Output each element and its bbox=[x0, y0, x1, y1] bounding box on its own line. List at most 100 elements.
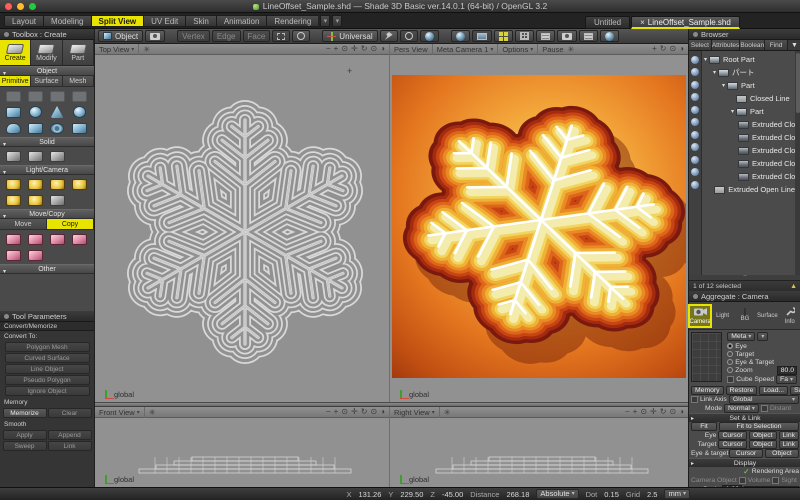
spotlight-tool-button[interactable] bbox=[24, 176, 46, 192]
convert-ignore-object-button[interactable]: Ignore Object bbox=[5, 386, 90, 396]
translate-tool-button[interactable] bbox=[2, 231, 24, 247]
expand-icon[interactable]: ▾ bbox=[729, 108, 736, 115]
visibility-toggle[interactable] bbox=[691, 143, 699, 151]
torus-tool-button[interactable] bbox=[46, 120, 68, 136]
browser-tab-boolean[interactable]: Boolean bbox=[740, 40, 765, 50]
shading-icon[interactable]: ◑ bbox=[679, 44, 684, 54]
zoom-lens-icon[interactable]: ⊙ bbox=[341, 44, 348, 54]
options-dropdown[interactable]: Options▾ bbox=[502, 44, 538, 55]
view-type-dropdown[interactable]: Front View▾ bbox=[99, 407, 145, 418]
cube-speed-checkbox[interactable] bbox=[727, 376, 734, 383]
append-button[interactable]: Append bbox=[48, 430, 92, 440]
meta-sub-dropdown[interactable]: ▾ bbox=[757, 332, 768, 341]
zoom-in-icon[interactable]: + bbox=[334, 407, 339, 417]
pose-tool-button[interactable] bbox=[400, 30, 418, 42]
link-axis-dropdown[interactable]: Global▾ bbox=[729, 395, 799, 404]
eye---target-radio[interactable] bbox=[727, 359, 733, 365]
unit-dropdown[interactable]: mm▾ bbox=[664, 489, 690, 499]
shading-icon[interactable]: ◑ bbox=[380, 407, 385, 417]
box-tool-button[interactable] bbox=[68, 120, 90, 136]
distant-light-tool-button[interactable] bbox=[46, 176, 68, 192]
workspace-extra-2-button[interactable]: ▾ bbox=[332, 15, 342, 27]
convert-curved-surface-button[interactable]: Curved Surface bbox=[5, 353, 90, 363]
face-mode-button[interactable]: Face bbox=[243, 30, 271, 42]
quad-view-button[interactable] bbox=[494, 30, 513, 42]
visibility-toggle[interactable] bbox=[691, 156, 699, 164]
close-tab-icon[interactable]: × bbox=[640, 18, 645, 27]
sphere-tool-button[interactable] bbox=[24, 104, 46, 120]
toolbox-header[interactable]: Toolbox : Create bbox=[0, 29, 94, 40]
workspace-tab-modeling[interactable]: Modeling bbox=[43, 15, 90, 27]
view-type-dropdown[interactable]: Pers View bbox=[394, 44, 433, 55]
rotate-view-icon[interactable]: ↻ bbox=[660, 44, 667, 54]
zoom-lens-icon[interactable]: ⊙ bbox=[640, 407, 647, 417]
array-copy-tool-button[interactable] bbox=[24, 247, 46, 263]
front-view-canvas[interactable] bbox=[95, 407, 389, 487]
display-section[interactable]: ▸Display bbox=[689, 458, 800, 467]
browser-tab-attributes[interactable]: Attributes bbox=[712, 40, 740, 50]
workspace-tab-skin[interactable]: Skin bbox=[185, 15, 216, 27]
universal-manipulator-button[interactable]: Universal bbox=[322, 30, 377, 42]
visibility-toggle[interactable] bbox=[691, 68, 699, 76]
sight-checkbox[interactable] bbox=[772, 477, 779, 484]
tree-item-1[interactable]: ▾パート bbox=[702, 66, 795, 79]
memory-button[interactable]: Memory ▾ bbox=[691, 386, 724, 395]
browser-scrollbar[interactable] bbox=[795, 51, 800, 275]
link-button[interactable]: Link bbox=[779, 440, 799, 449]
vertex-mode-button[interactable]: Vertex bbox=[177, 30, 210, 42]
convert-line-object-button[interactable]: Line Object bbox=[5, 364, 90, 374]
magnify-icon[interactable]: ⊙ bbox=[370, 44, 377, 54]
pers-view-canvas[interactable] bbox=[392, 75, 686, 378]
visibility-toggle[interactable] bbox=[691, 168, 699, 176]
workspace-tab-split-view[interactable]: Split View bbox=[91, 15, 144, 27]
visibility-toggle[interactable] bbox=[691, 118, 699, 126]
visibility-toggle[interactable] bbox=[691, 93, 699, 101]
tree-item-4[interactable]: ▾Part bbox=[702, 105, 795, 118]
section-light-camera[interactable]: ▾Light/Camera bbox=[0, 165, 94, 175]
toolbox-mode-create[interactable]: Create bbox=[0, 40, 31, 65]
eye-radio[interactable] bbox=[727, 343, 733, 349]
cursor-button[interactable]: Cursor bbox=[718, 431, 746, 440]
scale-copy-tool-button[interactable] bbox=[46, 231, 68, 247]
cube-speed-dropdown[interactable]: Fa▾ bbox=[776, 375, 797, 384]
solid-union-tool-button[interactable] bbox=[2, 148, 24, 164]
view-settings-gear-icon[interactable]: ✳ bbox=[568, 45, 575, 54]
link-button[interactable]: Link bbox=[48, 441, 92, 451]
workspace-tab-uv-edit[interactable]: UV Edit bbox=[143, 15, 185, 27]
aggregate-tab-surface[interactable]: Surface bbox=[757, 311, 777, 320]
visibility-toggle[interactable] bbox=[691, 56, 699, 64]
distant-checkbox[interactable] bbox=[761, 405, 768, 412]
section-move-copy[interactable]: ▾Move/Copy bbox=[0, 209, 94, 219]
target-radio[interactable] bbox=[727, 351, 733, 357]
linear-light-tool-button[interactable] bbox=[2, 192, 24, 208]
object-button[interactable]: Object bbox=[749, 440, 777, 449]
camera-panel-button[interactable] bbox=[557, 30, 577, 42]
shading-icon[interactable]: ◑ bbox=[679, 407, 684, 417]
set-link-section[interactable]: ▸Set & Link bbox=[689, 413, 800, 422]
object-tab-surface[interactable]: Surface bbox=[31, 76, 62, 86]
restore-button[interactable]: Restore ▾ bbox=[726, 386, 758, 395]
apply-button[interactable]: Apply bbox=[3, 430, 47, 440]
camera-preview[interactable] bbox=[691, 332, 722, 382]
zoom-lens-icon[interactable]: ⊙ bbox=[341, 407, 348, 417]
rotate-view-icon[interactable]: ↻ bbox=[361, 44, 368, 54]
section-object[interactable]: ▾Object bbox=[0, 66, 94, 76]
magnify-icon[interactable]: ⊙ bbox=[370, 407, 377, 417]
camera-mode-button[interactable] bbox=[145, 30, 165, 42]
top-view-canvas[interactable] bbox=[95, 44, 389, 402]
view-type-dropdown[interactable]: Top View▾ bbox=[99, 44, 139, 55]
rotate-view-icon[interactable]: ↻ bbox=[660, 407, 667, 417]
meta-dropdown[interactable]: Meta▾ bbox=[727, 332, 755, 341]
bulb-tool-button[interactable] bbox=[420, 30, 439, 42]
point-light-tool-button[interactable] bbox=[2, 176, 24, 192]
render-settings-button[interactable] bbox=[472, 30, 492, 42]
pan-icon[interactable]: ✛ bbox=[351, 407, 358, 417]
zoom-in-icon[interactable]: + bbox=[334, 44, 339, 54]
cursor-button[interactable]: Cursor bbox=[718, 440, 746, 449]
render-preview-button[interactable] bbox=[451, 30, 470, 42]
zoom-out-icon[interactable]: − bbox=[625, 407, 630, 417]
tree-item-3[interactable]: Closed Line bbox=[702, 92, 795, 105]
visibility-toggle[interactable] bbox=[691, 81, 699, 89]
shading-icon[interactable]: ◑ bbox=[380, 44, 385, 54]
curve-tool-button[interactable] bbox=[2, 88, 24, 104]
